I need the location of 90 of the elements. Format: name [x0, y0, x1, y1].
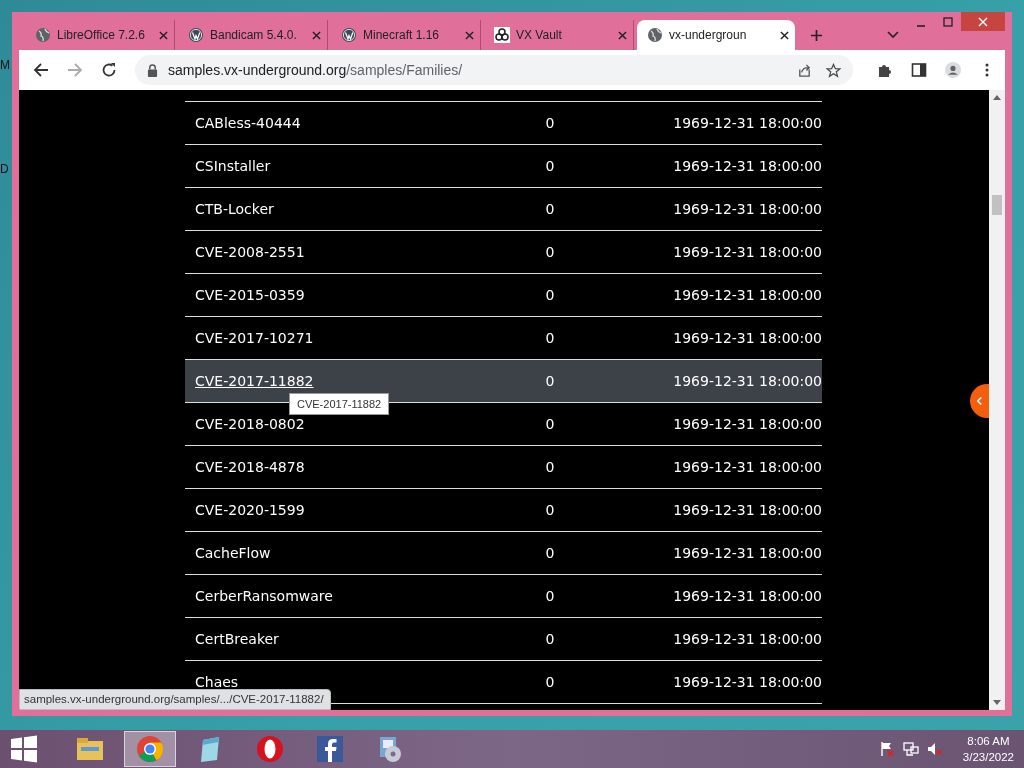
scrollbar-track[interactable] [989, 90, 1005, 710]
date-cell-text: 1969-12-31 18:00:00 [672, 201, 822, 217]
folder-link[interactable]: CVE-2015-0359 [195, 287, 305, 303]
muted-speaker-icon[interactable] [926, 741, 943, 757]
opera-icon [255, 734, 285, 764]
back-icon[interactable] [33, 62, 49, 78]
globe-icon [647, 27, 663, 43]
clock-date: 3/23/2022 [962, 750, 1014, 765]
side-panel-icon[interactable] [911, 62, 927, 78]
star-icon[interactable] [826, 62, 841, 78]
caret-icon[interactable] [887, 31, 899, 39]
date-cell-text: 1969-12-31 18:00:00 [672, 588, 822, 604]
start-button[interactable] [10, 735, 38, 763]
folder-link[interactable]: CerberRansomware [195, 588, 333, 604]
desktop-icon-label: M [0, 58, 10, 72]
folder-link[interactable]: CVE-2018-4878 [195, 459, 305, 475]
minimize-icon [915, 24, 926, 27]
count-cell-text: 0 [544, 330, 556, 346]
close-icon[interactable] [780, 30, 789, 40]
date-cell-text: 1969-12-31 18:00:00 [672, 416, 822, 432]
count-cell-text: 0 [544, 287, 556, 303]
wordpress-icon [341, 27, 357, 43]
tab-title: VX Vault [516, 28, 563, 42]
lock-icon [147, 63, 158, 77]
date-cell-text: 1969-12-31 18:00:00 [672, 373, 822, 389]
scrollbar-thumb[interactable] [992, 195, 1002, 215]
tab-title: vx-undergroun [669, 28, 748, 42]
folder-link[interactable]: CVE-2008-2551 [195, 244, 305, 260]
status-url: samples.vx-underground.org/samples/.../CVE-2017-11882/ [19, 689, 331, 710]
count-cell-text: 0 [544, 244, 556, 260]
count-cell-text: 0 [544, 158, 556, 174]
count-cell-text: 0 [544, 631, 556, 647]
scroll-down-icon[interactable] [993, 700, 1001, 706]
count-cell-text: 0 [544, 115, 556, 131]
count-cell-text: 0 [544, 373, 556, 389]
date-cell-text: 1969-12-31 18:00:00 [672, 115, 822, 131]
close-icon [978, 16, 988, 27]
folder-link[interactable]: CVE-2017-10271 [195, 330, 314, 346]
count-cell-text: 0 [544, 674, 556, 690]
flag-icon[interactable] [878, 741, 895, 757]
date-cell-text: 1969-12-31 18:00:00 [672, 244, 822, 260]
chevron-left-icon [976, 396, 983, 406]
wordpress-icon [188, 27, 204, 43]
count-cell-text: 0 [544, 201, 556, 217]
tab-title: Bandicam 5.4.0. [210, 28, 298, 42]
desktop-icon-label: D [0, 162, 9, 176]
folder-link[interactable]: CTB-Locker [195, 201, 274, 217]
date-cell-text: 1969-12-31 18:00:00 [672, 631, 822, 647]
date-cell-text: 1969-12-31 18:00:00 [672, 330, 822, 346]
address-field[interactable]: samples.vx-underground.org/samples/Families/ [135, 55, 853, 85]
date-cell-text: 1969-12-31 18:00:00 [672, 545, 822, 561]
folder-link[interactable]: CSInstaller [195, 158, 271, 174]
folder-link[interactable]: CABless-40444 [195, 115, 301, 131]
folder-link[interactable]: CertBreaker [195, 631, 279, 647]
date-cell-text: 1969-12-31 18:00:00 [672, 674, 822, 690]
count-cell-text: 0 [544, 459, 556, 475]
count-cell-text: 0 [544, 502, 556, 518]
browser-tab[interactable]: vx-undergroun [637, 20, 795, 50]
facebook-icon [315, 734, 345, 764]
reload-icon[interactable] [101, 62, 117, 78]
chrome-icon [135, 734, 165, 764]
folder-link[interactable]: Chaes [195, 674, 239, 690]
date-cell-text: 1969-12-31 18:00:00 [672, 287, 822, 303]
count-cell-text: 0 [544, 588, 556, 604]
scroll-up-icon[interactable] [993, 94, 1001, 100]
share-icon[interactable] [797, 62, 812, 78]
side-toggle-button[interactable] [970, 384, 989, 418]
date-cell-text: 1969-12-31 18:00:00 [672, 459, 822, 475]
folder-link[interactable]: CVE-2017-11882 [195, 373, 314, 389]
count-cell-text: 0 [544, 416, 556, 432]
date-cell-text: 1969-12-31 18:00:00 [672, 158, 822, 174]
url-text: samples.vx-underground.org/samples/Families/ [168, 62, 463, 78]
network-icon[interactable] [902, 741, 919, 757]
maximize-icon [942, 16, 953, 27]
tab-title: LibreOffice 7.2.6 [57, 28, 146, 42]
tab-title: Minecraft 1.16 [363, 28, 441, 42]
folder-link[interactable]: CacheFlow [195, 545, 271, 561]
extensions-icon[interactable] [877, 62, 893, 78]
biohazard-icon [494, 27, 510, 43]
date-cell-text: 1969-12-31 18:00:00 [672, 502, 822, 518]
folder-link[interactable]: CVE-2020-1599 [195, 502, 305, 518]
clock-time: 8:06 AM [967, 734, 1010, 749]
globe-icon [35, 27, 51, 43]
taskbar-app[interactable] [124, 731, 176, 767]
new-tab-icon[interactable] [810, 29, 823, 42]
profile-icon[interactable] [945, 62, 961, 78]
clock[interactable]: 8:06 AM 3/23/2022 [962, 733, 1014, 765]
count-cell-text: 0 [544, 545, 556, 561]
tooltip: CVE-2017-11882 [289, 393, 390, 415]
folder-link[interactable]: CVE-2018-0802 [195, 416, 305, 432]
